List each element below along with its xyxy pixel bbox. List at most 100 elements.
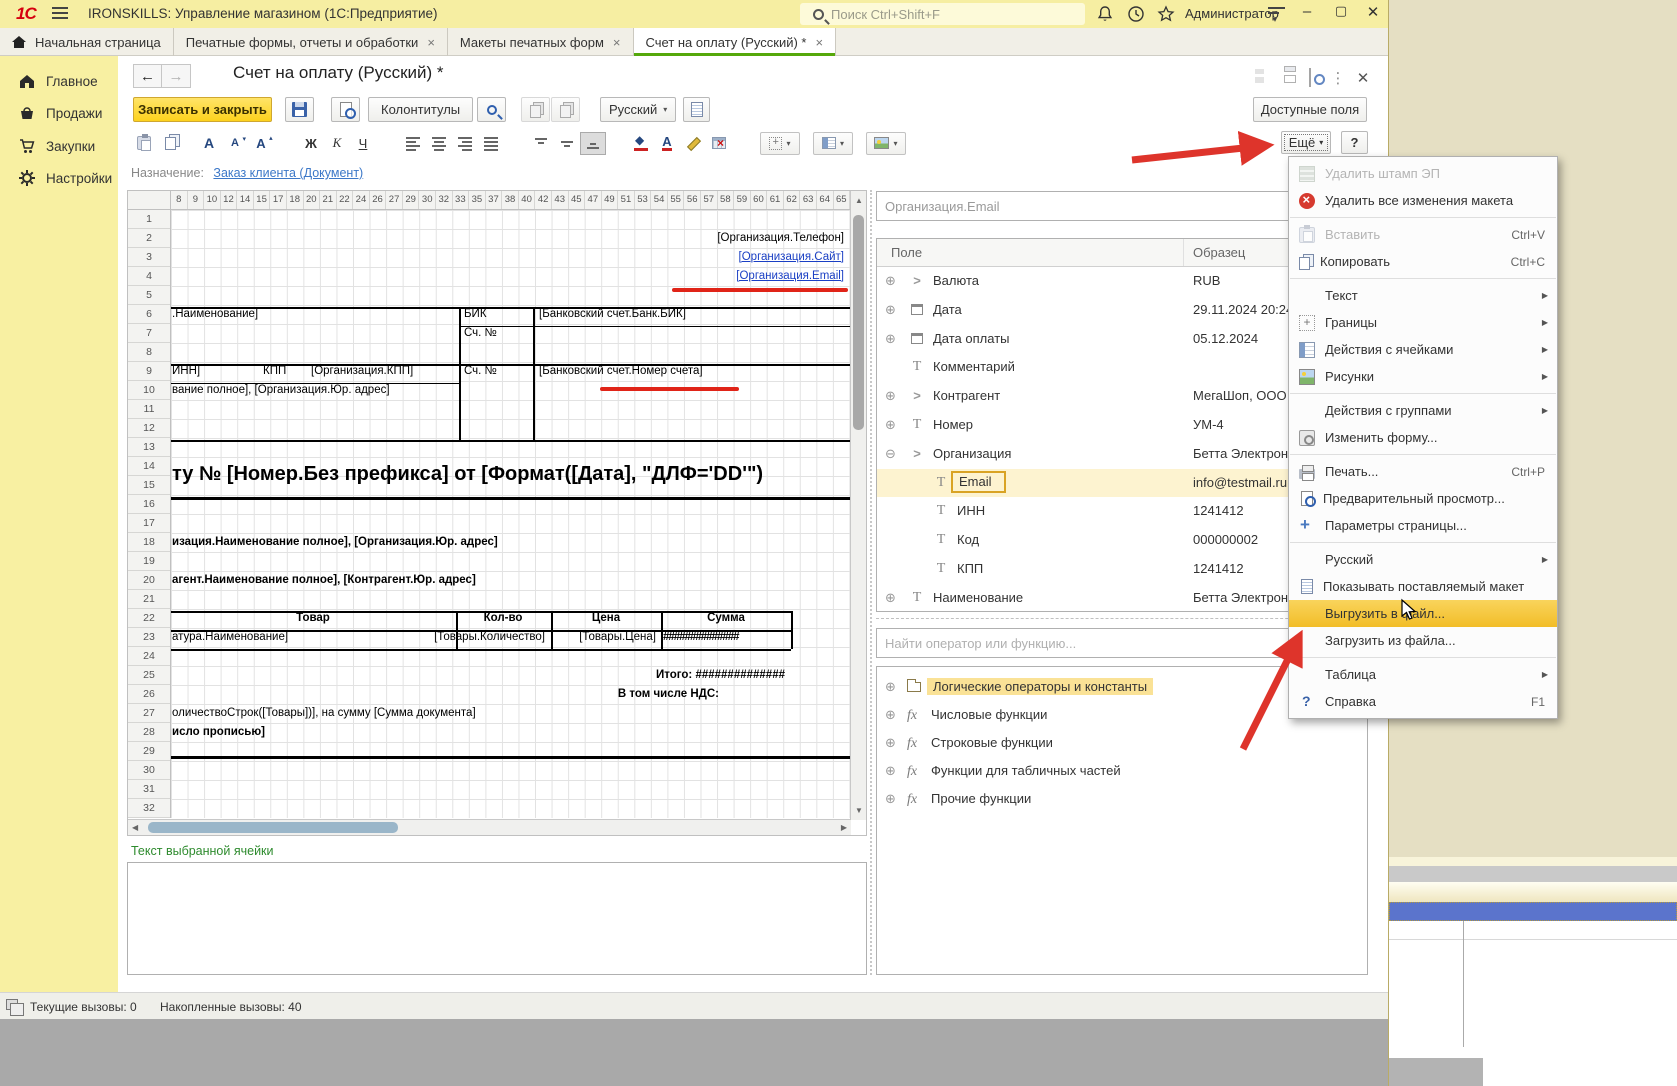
font-size-increase-icon[interactable]: А [248, 132, 274, 155]
expand-icon[interactable]: ⊕ [885, 388, 896, 404]
italic-icon[interactable]: К [324, 132, 350, 155]
field-label[interactable]: Контрагент [933, 388, 1000, 403]
print-icon[interactable] [1272, 69, 1290, 87]
row-header[interactable]: 31 [128, 780, 170, 799]
column-header[interactable]: 56 [684, 191, 701, 209]
align-justify-icon[interactable] [478, 132, 504, 155]
global-search-input[interactable]: Поиск Ctrl+Shift+F [800, 3, 1085, 25]
menu-item[interactable]: Изменить форму... [1289, 424, 1557, 451]
row-header[interactable]: 17 [128, 514, 170, 533]
field-label[interactable]: Комментарий [933, 359, 1015, 374]
column-header[interactable]: 58 [718, 191, 735, 209]
favorites-star-icon[interactable] [1157, 5, 1175, 23]
row-header[interactable]: 20 [128, 571, 170, 590]
expand-icon[interactable]: ⊕ [885, 302, 896, 318]
row-header[interactable]: 4 [128, 267, 170, 286]
cells-dropdown[interactable]: ▾ [813, 132, 853, 155]
menu-item[interactable]: Печать...Ctrl+P [1289, 458, 1557, 485]
column-header[interactable]: 42 [535, 191, 552, 209]
notifications-bell-icon[interactable] [1096, 5, 1114, 23]
field-label[interactable]: Дата [933, 302, 962, 317]
1c-logo-icon[interactable]: 1С [16, 4, 36, 24]
sheet-cell-text[interactable]: оличествоСтрок([Товары])], на сумму [Сум… [172, 706, 476, 721]
minimize-button[interactable]: – [1296, 3, 1318, 20]
sheet-cell-text[interactable]: изация.Наименование полное], [Организаци… [172, 535, 498, 550]
save-icon[interactable] [1243, 69, 1261, 87]
column-header[interactable]: 55 [668, 191, 685, 209]
vscroll-thumb[interactable] [853, 215, 864, 430]
sheet-cell-text[interactable]: Сч. № [464, 364, 497, 379]
row-header[interactable]: 27 [128, 704, 170, 723]
sheet-cell-text[interactable]: исло прописью] [172, 725, 265, 740]
sheet-cell-text[interactable]: вание полное], [Организация.Юр. адрес] [172, 383, 390, 398]
field-label[interactable]: КПП [957, 561, 983, 576]
assignment-link[interactable]: Заказ клиента (Документ) [213, 166, 363, 180]
underline-icon[interactable]: Ч [350, 132, 376, 155]
menu-item[interactable]: Действия с ячейками▶ [1289, 336, 1557, 363]
sheet-cell-text[interactable]: ИНН] [172, 364, 200, 379]
column-header[interactable]: 63 [800, 191, 817, 209]
expand-icon[interactable]: ⊖ [885, 446, 896, 462]
column-header[interactable]: 37 [486, 191, 503, 209]
sheet-cell-text[interactable]: Товар [296, 611, 330, 626]
column-header[interactable]: 27 [386, 191, 403, 209]
sheet-cell-text[interactable]: [Организация.Телефон] [717, 231, 844, 246]
expand-icon[interactable]: ⊕ [885, 679, 896, 695]
column-header[interactable]: 65 [834, 191, 851, 209]
column-header[interactable]: 49 [602, 191, 619, 209]
column-header[interactable]: 18 [287, 191, 304, 209]
service-menu-icon[interactable] [1268, 7, 1285, 20]
sheet-corner[interactable] [128, 191, 171, 210]
valign-bottom-icon[interactable] [580, 132, 606, 155]
row-header[interactable]: 21 [128, 590, 170, 609]
main-menu-icon[interactable] [52, 7, 68, 20]
column-header[interactable]: 9 [188, 191, 205, 209]
font-icon[interactable]: А [196, 132, 222, 155]
border-color-pencil-icon[interactable] [680, 132, 706, 155]
column-header[interactable]: 22 [337, 191, 354, 209]
row-header[interactable]: 26 [128, 685, 170, 704]
vertical-scrollbar[interactable]: ▲ ▼ [850, 191, 866, 820]
column-header[interactable]: 24 [353, 191, 370, 209]
sheet-cell-text[interactable]: [Товары.Цена] [579, 630, 656, 645]
current-user[interactable]: Администратор [1185, 6, 1279, 21]
column-headers[interactable]: 8910121415171820212224262729303233353738… [171, 191, 850, 210]
more-button[interactable]: Ещё▾ [1281, 131, 1331, 154]
expand-icon[interactable]: ⊕ [885, 763, 896, 779]
borders-dropdown[interactable]: ▾ [760, 132, 800, 155]
menu-item[interactable]: Границы▶ [1289, 309, 1557, 336]
expand-icon[interactable]: ⊕ [885, 331, 896, 347]
text-color-icon[interactable]: А [654, 132, 680, 155]
menu-item[interactable]: КопироватьCtrl+C [1289, 248, 1557, 275]
close-window-button[interactable]: ✕ [1362, 3, 1384, 21]
valign-top-icon[interactable] [528, 132, 554, 155]
column-header[interactable]: 53 [635, 191, 652, 209]
row-header[interactable]: 32 [128, 799, 170, 818]
column-header[interactable]: 40 [519, 191, 536, 209]
hscroll-thumb[interactable] [148, 822, 398, 833]
menu-item[interactable]: Удалить все изменения макета [1289, 187, 1557, 214]
sheet-cell-text[interactable]: Кол-во [484, 611, 523, 626]
function-group-label[interactable]: Числовые функции [931, 707, 1047, 722]
row-header[interactable]: 11 [128, 400, 170, 419]
history-clock-icon[interactable] [1127, 5, 1145, 23]
back-button[interactable]: ← [133, 64, 162, 88]
sheet-cell-text[interactable]: Итого: ############## [656, 668, 785, 683]
column-header[interactable]: 14 [237, 191, 254, 209]
sheet-cell-text[interactable]: агент.Наименование полное], [Контрагент.… [172, 573, 476, 588]
fill-color-icon[interactable] [628, 132, 654, 155]
function-group-label[interactable]: Логические операторы и константы [927, 678, 1153, 695]
picture-dropdown[interactable]: ▾ [866, 132, 906, 155]
sheet-cell-text[interactable]: [Банковский счет.Банк.БИК] [539, 307, 686, 322]
field-label[interactable]: ИНН [957, 503, 985, 518]
kebab-menu-icon[interactable]: ⋮ [1329, 69, 1347, 87]
menu-item[interactable]: Загрузить из файла... [1289, 627, 1557, 654]
column-header[interactable]: 30 [419, 191, 436, 209]
menu-item[interactable]: Таблица▶ [1289, 661, 1557, 688]
sheet-cell-text[interactable]: БИК [464, 307, 487, 322]
align-right-icon[interactable] [452, 132, 478, 155]
function-group-label[interactable]: Функции для табличных частей [931, 763, 1121, 778]
expand-icon[interactable]: ⊕ [885, 707, 896, 723]
column-header[interactable]: 45 [569, 191, 586, 209]
forward-button[interactable]: → [162, 64, 191, 88]
